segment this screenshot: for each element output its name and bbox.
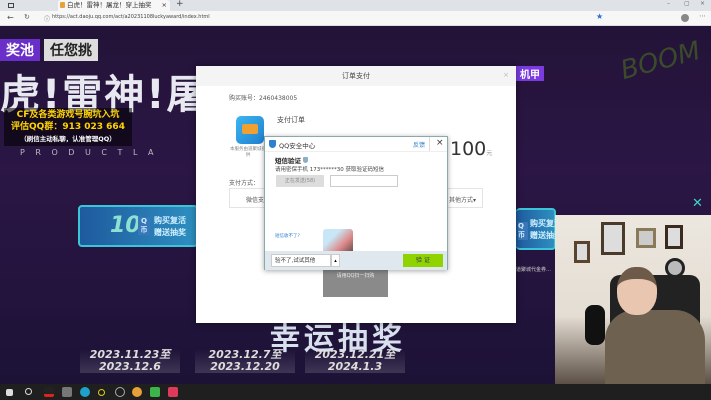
- promo-card[interactable]: 10 Q币 购买复活 赠送抽奖: [78, 205, 198, 247]
- site-info-icon[interactable]: ⓘ: [44, 14, 50, 23]
- account-row: 购买账号：2460438005: [229, 95, 298, 102]
- edge-icon[interactable]: [80, 387, 90, 397]
- address-bar: ← ↻ ⓘ https://act.daoju.qq.com/act/a2023…: [0, 11, 711, 26]
- chat-icon[interactable]: [62, 387, 72, 397]
- banner-tag-choose: 任您挑: [44, 39, 98, 61]
- product-label: P R O D U C T L A: [20, 148, 158, 157]
- tab-close-icon[interactable]: ×: [162, 0, 167, 11]
- webcam-overlay: [555, 215, 711, 384]
- ad-note: （刷信主动私聊，认准管理QQ）: [20, 135, 116, 143]
- shield-badge-icon: [303, 157, 309, 163]
- modal-title: 订单支付: [196, 66, 516, 86]
- wall-frame: [574, 241, 590, 263]
- wechat-icon[interactable]: [150, 387, 160, 397]
- close-overlay-icon[interactable]: ✕: [692, 196, 703, 211]
- start-icon[interactable]: [6, 389, 13, 396]
- feedback-link[interactable]: 反馈: [413, 140, 425, 149]
- close-window-icon[interactable]: ×: [700, 0, 705, 7]
- qr-code-area: 请用QQ扫一扫购: [323, 270, 388, 297]
- app-red-icon[interactable]: [168, 387, 178, 397]
- cant-receive-link[interactable]: 短信收不了?: [275, 233, 300, 239]
- card-unit: Q币: [518, 222, 528, 240]
- profile-avatar[interactable]: [681, 14, 689, 22]
- card-unit: Q币: [138, 217, 150, 235]
- tab-favicon-icon: [60, 2, 65, 8]
- wall-frame: [636, 228, 656, 248]
- streamer-head: [617, 267, 657, 315]
- streamer: [605, 310, 705, 384]
- sms-heading: 短信验证: [275, 155, 309, 165]
- wall-frame: [665, 225, 683, 249]
- provider-text: 本服务由道聚城提供: [230, 147, 266, 158]
- graffiti-text: BOOM: [617, 36, 704, 86]
- banner-right-tag: 机甲: [516, 66, 544, 81]
- favorite-star-icon[interactable]: ★: [596, 12, 603, 21]
- card-amount: 10: [110, 213, 141, 238]
- date-range-1: 2023.11.23至 2023.12.6: [80, 349, 180, 373]
- qq-security-dialog: QQ安全中心 反馈 × 短信验证 请用密保手机 173******30 获取验证…: [264, 136, 448, 270]
- method-other-dropdown[interactable]: 其他方式▾: [449, 195, 476, 204]
- banner-tags: 奖池 任您挑: [0, 39, 98, 61]
- dialog-footer: 验不了,试试其他 ▴ 验 证: [265, 251, 447, 270]
- card-line1: 购买复活: [154, 216, 186, 225]
- wall-frame: [601, 222, 625, 255]
- modal-close-icon[interactable]: ×: [503, 71, 509, 79]
- dialog-titlebar: QQ安全中心 反馈 ×: [265, 137, 447, 152]
- send-code-button[interactable]: 正在发送(58): [276, 175, 324, 187]
- dialog-title: QQ安全中心: [279, 142, 316, 150]
- ad-qq-group: 评估QQ群：913 023 664: [11, 122, 125, 132]
- pay-method-label: 支付方式：: [229, 180, 260, 187]
- url-field[interactable]: https://act.daoju.qq.com/act/a20231108lu…: [52, 14, 210, 20]
- browser-tab-bar: 白虎！雷神！屠龙！穿上抽奖 × + – ▢ ×: [0, 0, 711, 11]
- date-range-3: 2023.12.21至 2024.1.3: [305, 349, 405, 373]
- back-icon[interactable]: ←: [7, 13, 14, 22]
- refresh-icon[interactable]: ↻: [24, 13, 30, 21]
- price: 100元: [450, 138, 493, 160]
- dropdown-arrow-icon[interactable]: ▴: [331, 254, 340, 267]
- qr-hint: 请用QQ扫一扫购: [336, 273, 375, 279]
- shield-icon: [269, 140, 276, 148]
- app-icon[interactable]: [98, 389, 105, 396]
- sms-code-input[interactable]: [330, 175, 398, 187]
- qq-icon[interactable]: [44, 387, 54, 397]
- pay-order-label: 支付订单: [277, 116, 305, 124]
- taskbar: [0, 384, 711, 400]
- recorder-icon[interactable]: [115, 387, 125, 397]
- microphone: [585, 305, 605, 345]
- new-tab-button[interactable]: +: [176, 0, 184, 9]
- stream-ad-overlay: CF及各类游戏号腕坑入坑 评估QQ群：913 023 664 （刷信主动私聊，认…: [4, 108, 132, 146]
- banner-tag-pool: 奖池: [0, 39, 40, 61]
- verify-button[interactable]: 验 证: [403, 254, 443, 267]
- minimize-icon[interactable]: –: [667, 0, 670, 7]
- sms-instruction: 请用密保手机 173******30 获取验证码短信: [275, 167, 384, 173]
- tab-title: 白虎！雷神！屠龙！穿上抽奖: [67, 1, 152, 9]
- search-icon[interactable]: [25, 388, 32, 395]
- side-note: 道聚城代金券…: [516, 267, 552, 273]
- date-range-2: 2023.12.7至 2023.12.20: [195, 349, 295, 373]
- more-menu-icon[interactable]: ⋯: [699, 12, 706, 20]
- game-launcher-icon[interactable]: [132, 387, 142, 397]
- restore-icon[interactable]: ▢: [684, 0, 690, 7]
- tab-actions-icon[interactable]: [8, 3, 14, 8]
- service-icon: [236, 116, 264, 144]
- try-other-button[interactable]: 验不了,试试其他: [271, 254, 331, 267]
- dialog-close-icon[interactable]: ×: [436, 138, 444, 148]
- ad-line: CF及各类游戏号腕坑入坑: [16, 110, 120, 120]
- promo-card-right[interactable]: Q币 购买复活 赠送抽奖: [516, 208, 562, 250]
- browser-tab[interactable]: 白虎！雷神！屠龙！穿上抽奖 ×: [58, 0, 170, 11]
- card-line2: 赠送抽奖: [154, 228, 186, 237]
